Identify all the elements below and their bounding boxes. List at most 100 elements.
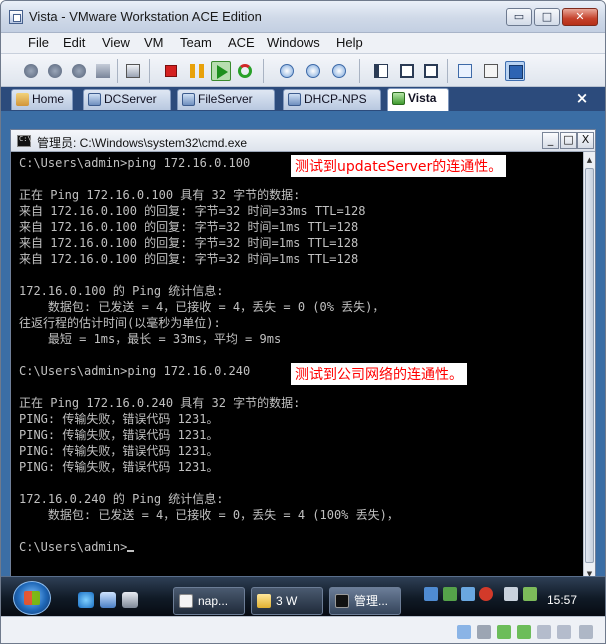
network-adapter-icon[interactable] (497, 625, 511, 639)
internet-explorer-icon[interactable] (78, 592, 94, 608)
power-on-icon[interactable] (211, 61, 231, 81)
team-connect-icon[interactable] (45, 61, 65, 81)
console-line: PING: 传输失败，错误代码 1231。 (19, 444, 219, 458)
cmd-title-bar[interactable]: 管理员: C:\Windows\system32\cmd.exe _ □ X (11, 130, 595, 152)
menu-bar: File Edit View VM Team ACE Windows Help (1, 33, 605, 53)
appliance-view-icon[interactable] (481, 61, 501, 81)
message-log-icon[interactable] (579, 625, 593, 639)
console-line: 172.16.0.100 的 Ping 统计信息: (19, 284, 224, 298)
cdrom-icon[interactable] (477, 625, 491, 639)
menu-vm[interactable]: VM (144, 35, 164, 50)
task-label: nap... (198, 594, 229, 608)
cmd-title: 管理员: C:\Windows\system32\cmd.exe (37, 136, 248, 150)
close-button[interactable]: ✕ (562, 8, 598, 26)
snapshot-manager-icon[interactable] (329, 61, 349, 81)
tray-sync-icon[interactable] (461, 587, 475, 601)
cmd-maximize-button[interactable]: □ (560, 132, 577, 149)
suspend-icon[interactable] (187, 61, 207, 81)
console-line: PING: 传输失败，错误代码 1231。 (19, 460, 219, 474)
tab-vista[interactable]: Vista (387, 88, 449, 111)
vmware-window: Vista - VMware Workstation ACE Edition ▭… (0, 0, 606, 644)
folder-icon (257, 594, 271, 608)
tab-fileserver[interactable]: FileServer (177, 89, 275, 110)
toolbar-separator (263, 59, 264, 83)
console-line: C:\Users\admin>ping 172.16.0.240 (19, 364, 251, 378)
snapshot-icon[interactable] (277, 61, 297, 81)
start-button[interactable] (13, 581, 51, 615)
scroll-thumb[interactable] (585, 168, 594, 563)
quick-switch-icon[interactable] (397, 61, 417, 81)
tray-network-icon[interactable] (424, 587, 438, 601)
menu-ace[interactable]: ACE (228, 35, 255, 50)
console-line: 172.16.0.240 的 Ping 统计信息: (19, 492, 224, 506)
cmd-icon (335, 594, 349, 608)
tray-security-icon[interactable] (443, 587, 457, 601)
cmd-minimize-button[interactable]: _ (542, 132, 559, 149)
team-icon[interactable] (21, 61, 41, 81)
printer-icon[interactable] (557, 625, 571, 639)
team-lan-icon[interactable] (93, 61, 113, 81)
reset-icon[interactable] (235, 61, 255, 81)
team-add-icon[interactable] (69, 61, 89, 81)
title-bar[interactable]: Vista - VMware Workstation ACE Edition ▭… (1, 1, 605, 33)
cmd-icon (17, 135, 32, 147)
scroll-up-icon[interactable]: ▲ (585, 153, 594, 167)
vm-running-icon (392, 92, 405, 105)
sound-icon[interactable] (537, 625, 551, 639)
tab-label: Home (32, 92, 65, 106)
console-view-icon[interactable] (505, 61, 525, 81)
annotation-updateserver: 测试到updateServer的连通性。 (291, 155, 507, 177)
usb-icon[interactable] (517, 625, 531, 639)
tab-label: FileServer (198, 92, 253, 106)
toolbar-separator (447, 59, 448, 83)
tab-label: DHCP-NPS (304, 92, 367, 106)
guest-console[interactable]: 管理员: C:\Windows\system32\cmd.exe _ □ X C… (1, 111, 605, 643)
tab-dcserver[interactable]: DCServer (83, 89, 171, 110)
menu-team[interactable]: Team (180, 35, 212, 50)
taskbar-item-cmd[interactable]: 管理... (329, 587, 401, 615)
console-line: 数据包: 已发送 = 4，已接收 = 0，丢失 = 4 (100% 丢失)， (19, 508, 399, 522)
toolbar-separator (149, 59, 150, 83)
show-desktop-icon[interactable] (100, 592, 116, 608)
power-off-icon[interactable] (161, 61, 181, 81)
close-tab-icon[interactable]: × (574, 89, 590, 109)
tab-home[interactable]: Home (11, 89, 73, 110)
revert-snapshot-icon[interactable] (303, 61, 323, 81)
taskbar-item-explorer[interactable]: 3 W (251, 587, 323, 615)
vm-settings-icon[interactable] (123, 61, 143, 81)
cmd-window: 管理员: C:\Windows\system32\cmd.exe _ □ X C… (10, 129, 596, 584)
toolbar-separator (359, 59, 360, 83)
vm-tab-bar: Home DCServer FileServer DHCP-NPS Vista … (1, 87, 605, 111)
menu-windows[interactable]: Windows (267, 35, 320, 50)
console-line: PING: 传输失败，错误代码 1231。 (19, 412, 219, 426)
window-title: Vista - VMware Workstation ACE Edition (29, 9, 262, 24)
cmd-scrollbar[interactable]: ▲ ▼ (583, 152, 595, 583)
switch-windows-icon[interactable] (122, 592, 138, 608)
console-line: 往返行程的估计时间(以毫秒为单位): (19, 316, 221, 330)
summary-view-icon[interactable] (455, 61, 475, 81)
tray-alert-icon[interactable] (479, 587, 493, 601)
console-line: 正在 Ping 172.16.0.100 具有 32 字节的数据: (19, 188, 301, 202)
vmware-app-icon (9, 10, 23, 24)
text-cursor (127, 550, 135, 552)
maximize-button[interactable]: □ (534, 8, 560, 26)
taskbar-item-nap[interactable]: nap... (173, 587, 245, 615)
menu-help[interactable]: Help (336, 35, 363, 50)
home-icon (16, 93, 29, 106)
console-output[interactable]: C:\Users\admin>ping 172.16.0.100 正在 Ping… (11, 152, 583, 583)
minimize-button[interactable]: ▭ (506, 8, 532, 26)
tray-connection-icon[interactable] (523, 587, 537, 601)
tray-volume-icon[interactable] (504, 587, 518, 601)
full-screen-icon[interactable] (421, 61, 441, 81)
console-line: 正在 Ping 172.16.0.240 具有 32 字节的数据: (19, 396, 301, 410)
menu-edit[interactable]: Edit (63, 35, 85, 50)
hard-disk-icon[interactable] (457, 625, 471, 639)
console-line: 来自 172.16.0.100 的回复: 字节=32 时间=33ms TTL=1… (19, 204, 366, 218)
tab-dhcp-nps[interactable]: DHCP-NPS (283, 89, 381, 110)
menu-view[interactable]: View (102, 35, 130, 50)
tab-label: DCServer (104, 92, 157, 106)
sidebar-toggle-icon[interactable] (371, 61, 391, 81)
cmd-close-button[interactable]: X (577, 132, 594, 149)
menu-file[interactable]: File (28, 35, 49, 50)
console-prompt-line: C:\Users\admin> (19, 539, 135, 555)
